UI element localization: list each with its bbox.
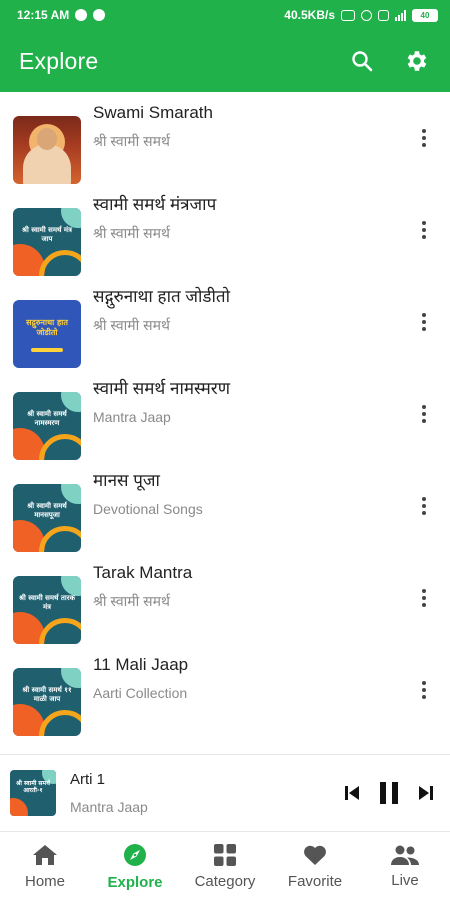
track-thumbnail xyxy=(13,116,81,184)
list-item[interactable]: श्री स्वामी समर्थ ११ माळी जाप 11 Mali Ja… xyxy=(0,644,450,736)
track-title: Tarak Mantra xyxy=(93,563,193,582)
thumbnail-text: श्री स्वामी समर्थ तारक मंत्र xyxy=(19,594,75,611)
nav-label: Category xyxy=(194,872,256,890)
track-title: स्वामी समर्थ मंत्रजाप xyxy=(93,195,217,214)
search-icon xyxy=(352,51,373,72)
nav-home[interactable]: Home xyxy=(0,832,90,900)
battery-level: 40 xyxy=(420,10,430,20)
list-item[interactable]: श्री स्वामी समर्थ मंत्र जाप स्वामी समर्थ… xyxy=(0,184,450,276)
status-bar: 12:15 AM 40.5KB/s 40 xyxy=(0,0,450,30)
gear-icon xyxy=(407,51,427,71)
previous-button[interactable] xyxy=(340,779,364,807)
pause-icon xyxy=(380,782,398,804)
nav-favorite[interactable]: Favorite xyxy=(270,832,360,900)
track-subtitle: श्री स्वामी समर्थ xyxy=(93,317,170,333)
player-subtitle: Mantra Jaap xyxy=(70,799,148,815)
thumbnail-text: श्री स्वामी समर्थ आरती-१ xyxy=(16,780,50,794)
skip-previous-icon xyxy=(345,786,359,800)
track-subtitle: Aarti Collection xyxy=(93,685,188,701)
more-options-icon[interactable] xyxy=(412,394,436,434)
signal-icon xyxy=(395,9,406,21)
track-subtitle: श्री स्वामी समर्थ xyxy=(93,593,170,609)
track-title: 11 Mali Jaap xyxy=(93,655,189,674)
vpn-icon xyxy=(341,9,355,21)
track-subtitle: Mantra Jaap xyxy=(93,409,171,425)
list-item[interactable]: Swami Smarath श्री स्वामी समर्थ xyxy=(0,92,450,184)
track-subtitle: श्री स्वामी समर्थ xyxy=(93,133,170,149)
player-title: Arti 1 xyxy=(70,771,106,788)
track-thumbnail: श्री स्वामी समर्थ ११ माळी जाप xyxy=(13,668,81,736)
thumbnail-text: श्री स्वामी समर्थ मंत्र जाप xyxy=(22,226,72,243)
notification-icon xyxy=(93,9,106,21)
next-button[interactable] xyxy=(414,779,438,807)
skip-next-icon xyxy=(419,786,433,800)
nav-label: Explore xyxy=(107,873,163,891)
thumbnail-text: श्री स्वामी समर्थ मानसपूजा xyxy=(27,502,67,519)
thumbnail-text: सद्गुरुनाथा हात जोडीतो xyxy=(26,318,68,337)
compass-icon xyxy=(124,843,146,866)
app-bar: Explore xyxy=(0,30,450,92)
more-options-icon[interactable] xyxy=(412,486,436,526)
track-thumbnail: श्री स्वामी समर्थ मानसपूजा xyxy=(13,484,81,552)
nav-label: Home xyxy=(24,872,65,890)
track-thumbnail: सद्गुरुनाथा हात जोडीतो xyxy=(13,300,81,368)
settings-button[interactable] xyxy=(396,41,436,81)
track-thumbnail: श्री स्वामी समर्थ तारक मंत्र xyxy=(13,576,81,644)
track-thumbnail: श्री स्वामी समर्थ नामस्मरण xyxy=(13,392,81,460)
page-title: Explore xyxy=(19,47,99,74)
home-icon xyxy=(33,844,57,865)
status-time: 12:15 AM xyxy=(17,8,70,22)
more-options-icon[interactable] xyxy=(412,118,436,158)
wifi-icon xyxy=(378,9,389,21)
list-item[interactable]: श्री स्वामी समर्थ तारक मंत्र Tarak Mantr… xyxy=(0,552,450,644)
nav-label: Live xyxy=(391,871,419,889)
nav-explore[interactable]: Explore xyxy=(90,832,180,900)
thumbnail-text: श्री स्वामी समर्थ ११ माळी जाप xyxy=(22,686,72,703)
grid-icon xyxy=(214,843,236,866)
thumbnail-text: श्री स्वामी समर्थ नामस्मरण xyxy=(27,410,67,427)
track-title: Swami Smarath xyxy=(93,103,213,122)
track-thumbnail: श्री स्वामी समर्थ मंत्र जाप xyxy=(13,208,81,276)
alarm-icon xyxy=(361,9,372,21)
more-options-icon[interactable] xyxy=(412,670,436,710)
spotify-icon xyxy=(75,9,88,21)
list-item-partial[interactable] xyxy=(0,736,450,754)
player-thumbnail: श्री स्वामी समर्थ आरती-१ xyxy=(10,770,56,816)
more-options-icon[interactable] xyxy=(412,302,436,342)
track-title: मानस पूजा xyxy=(93,471,160,490)
nav-category[interactable]: Category xyxy=(180,832,270,900)
pause-button[interactable] xyxy=(374,779,404,807)
list-item[interactable]: श्री स्वामी समर्थ नामस्मरण स्वामी समर्थ … xyxy=(0,368,450,460)
people-icon xyxy=(391,845,419,865)
mini-player[interactable]: श्री स्वामी समर्थ आरती-१ Arti 1 Mantra J… xyxy=(0,754,450,832)
track-list: Swami Smarath श्री स्वामी समर्थ श्री स्व… xyxy=(0,92,450,754)
track-subtitle: श्री स्वामी समर्थ xyxy=(93,225,170,241)
nav-label: Favorite xyxy=(287,872,343,890)
list-item[interactable]: सद्गुरुनाथा हात जोडीतो सद्गुरुनाथा हात ज… xyxy=(0,276,450,368)
nav-live[interactable]: Live xyxy=(360,832,450,900)
more-options-icon[interactable] xyxy=(412,210,436,250)
track-title: सद्गुरुनाथा हात जोडीतो xyxy=(93,287,230,306)
bottom-navigation: Home Explore Category Favorite Live xyxy=(0,832,450,900)
heart-icon xyxy=(304,845,326,865)
more-options-icon[interactable] xyxy=(412,578,436,618)
network-speed: 40.5KB/s xyxy=(284,8,335,22)
search-button[interactable] xyxy=(342,41,382,81)
battery-icon: 40 xyxy=(412,8,438,22)
list-item[interactable]: श्री स्वामी समर्थ मानसपूजा मानस पूजा Dev… xyxy=(0,460,450,552)
track-subtitle: Devotional Songs xyxy=(93,501,203,517)
track-title: स्वामी समर्थ नामस्मरण xyxy=(93,379,231,398)
